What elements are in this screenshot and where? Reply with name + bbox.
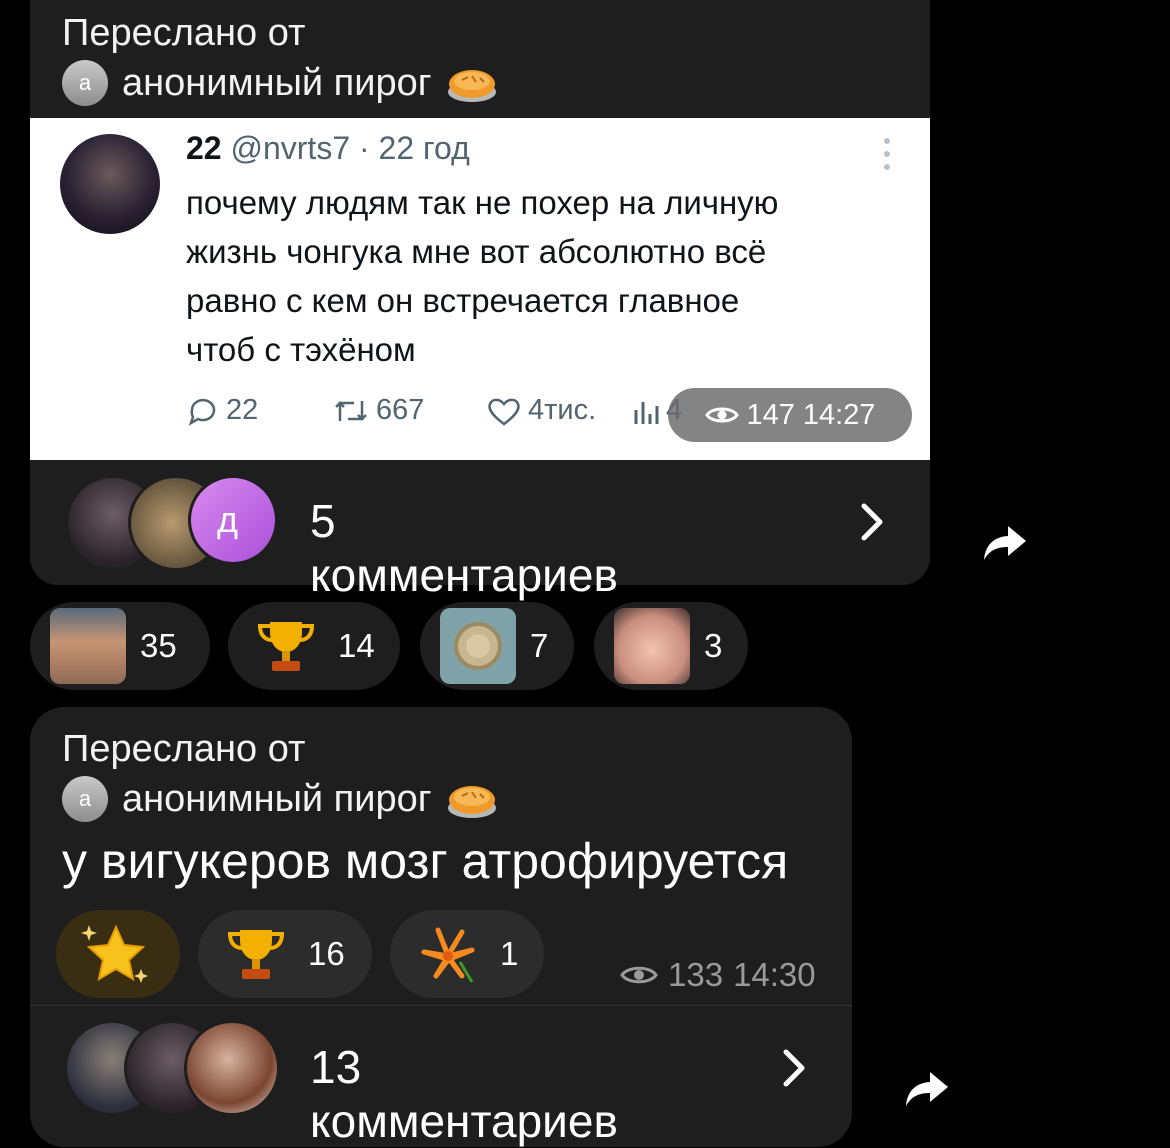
source-avatar[interactable]: а: [62, 60, 108, 106]
tweet-handle: @nvrts7: [230, 130, 351, 166]
reaction-chip[interactable]: 14: [228, 602, 400, 690]
sparkle-star-icon: [78, 916, 154, 992]
reply-count: 22: [226, 394, 259, 426]
share-forward-icon[interactable]: [982, 522, 1028, 562]
tweet-line: жизнь чонгука мне вот абсолютно всё: [186, 233, 767, 270]
tweet-author-name: 22: [186, 130, 222, 166]
chevron-right-icon[interactable]: [780, 1046, 808, 1090]
message-time: 14:27: [802, 398, 876, 431]
tweet-header: 22 @nvrts7 · 22 год: [186, 130, 470, 167]
message-meta: 133 14:30: [620, 956, 816, 994]
trophy-icon: [218, 916, 294, 992]
trophy-icon: [248, 608, 324, 684]
source-avatar[interactable]: а: [62, 776, 108, 822]
reaction-count: 16: [308, 935, 345, 972]
reaction-count: 7: [530, 627, 549, 664]
retweet-count: 667: [376, 394, 425, 426]
divider: [30, 1005, 852, 1006]
tweet-retweets: 667: [332, 394, 424, 427]
condom-icon: [440, 608, 516, 684]
reply-icon: [188, 398, 216, 426]
face-photo-reaction-icon: [614, 608, 690, 684]
reaction-count: 3: [704, 627, 723, 664]
views-count: 147: [746, 398, 795, 431]
like-count: 4тис.: [528, 394, 597, 426]
forwarded-label: Переслано от: [62, 12, 306, 54]
comments-label[interactable]: 5 комментариев: [310, 494, 618, 602]
tweet-dot: ·: [359, 130, 370, 166]
analytics-icon: [634, 401, 659, 424]
tweet-line: почему людям так не похер на личную: [186, 184, 779, 221]
eye-icon: [620, 966, 658, 984]
pie-emoji-icon: [447, 786, 496, 818]
photo-reaction-icon: [50, 608, 126, 684]
message-time: 14:30: [733, 956, 816, 993]
reaction-chip[interactable]: 1: [390, 910, 544, 998]
tweet-likes: 4тис.: [486, 394, 596, 427]
reaction-count: 35: [140, 627, 177, 664]
share-forward-icon[interactable]: [904, 1068, 950, 1108]
eye-icon: [704, 407, 739, 423]
forwarded-label: Переслано от: [62, 728, 306, 770]
reaction-count: 14: [338, 627, 375, 664]
reaction-chip[interactable]: 16: [198, 910, 372, 998]
reaction-chip[interactable]: 35: [30, 602, 210, 690]
media-time-pill: 147 14:27: [668, 388, 912, 442]
tweet-author-avatar: [60, 134, 160, 234]
retweet-icon: [335, 400, 367, 421]
commenter-avatar: д: [188, 475, 278, 565]
forward-source[interactable]: а анонимный пирог: [62, 60, 498, 106]
source-name[interactable]: анонимный пирог: [122, 62, 432, 105]
tweet-text: почему людям так не похер на личную жизн…: [186, 178, 886, 374]
chevron-right-icon[interactable]: [858, 500, 886, 544]
pie-emoji-icon: [447, 70, 496, 102]
tweet-line: чтоб с тэхёном: [186, 331, 416, 368]
message-text: у вигукеров мозг атрофируется: [62, 833, 789, 889]
commenter-avatar: [184, 1020, 280, 1116]
views-count: 133: [668, 956, 724, 993]
heart-icon: [488, 398, 520, 426]
forward-source[interactable]: а анонимный пирог: [62, 776, 498, 822]
lily-flower-icon: [410, 916, 486, 992]
reaction-chip[interactable]: [56, 910, 180, 998]
source-name[interactable]: анонимный пирог: [122, 778, 432, 821]
more-dots-icon: [884, 138, 892, 177]
reaction-chip[interactable]: 3: [594, 602, 748, 690]
reaction-chip[interactable]: 7: [420, 602, 574, 690]
tweet-time: 22 год: [378, 130, 470, 166]
tweet-replies: 22: [186, 394, 258, 427]
reaction-count: 1: [500, 935, 519, 972]
tweet-line: равно с кем он встречается главное: [186, 282, 740, 319]
